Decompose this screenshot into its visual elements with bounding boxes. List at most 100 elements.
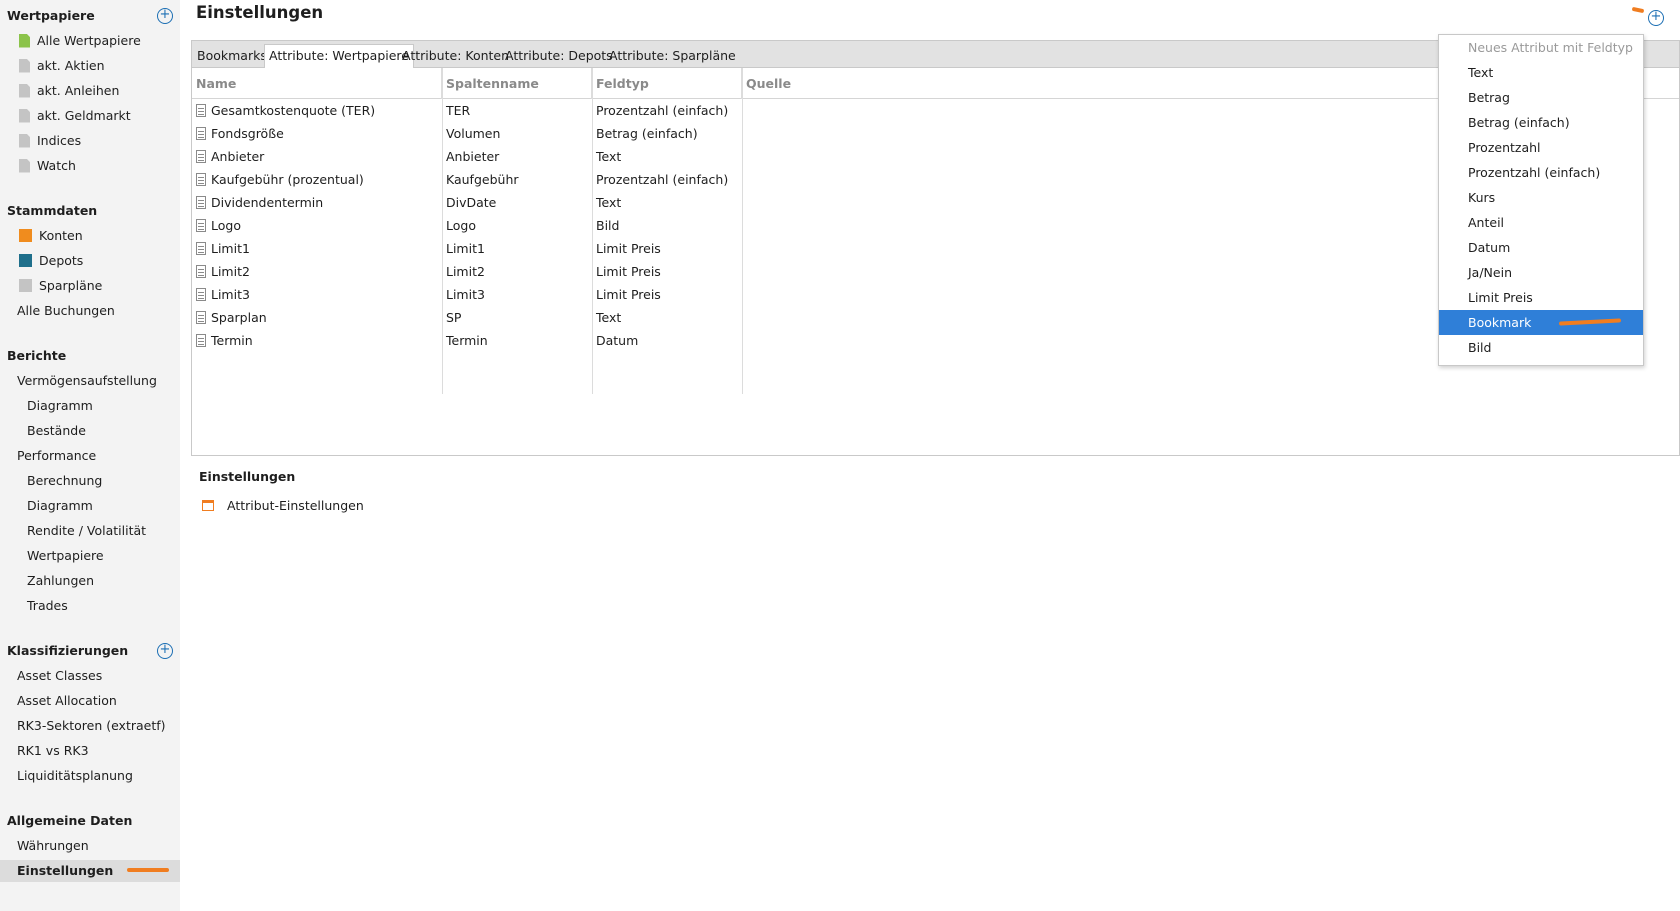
sidebar-item-rendite-volatilitaet[interactable]: Rendite / Volatilität [27, 520, 146, 542]
menu-item-bild[interactable]: Bild [1439, 335, 1643, 360]
menu-item-datum[interactable]: Datum [1439, 235, 1643, 260]
add-attribute-button[interactable]: + [1648, 10, 1664, 26]
settings-section-title: Einstellungen [199, 469, 296, 484]
tab-attribute-depots[interactable]: Attribute: Depots [501, 45, 617, 68]
sidebar-item-rk3-sektoren[interactable]: RK3-Sektoren (extraetf) [17, 715, 166, 737]
tab-attribute-sparplaene[interactable]: Attribute: Sparpläne [605, 45, 740, 68]
sidebar-item-watch[interactable]: Watch [19, 155, 76, 177]
table-row[interactable]: Kaufgebühr (prozentual) Kaufgebühr Prozent… [192, 168, 732, 191]
document-icon [19, 108, 30, 123]
cell-feldtyp: Limit Preis [596, 264, 661, 279]
column-header-name[interactable]: Name [192, 68, 442, 99]
cell-spaltenname: Volumen [446, 126, 501, 141]
sidebar-item-performance-diagramm[interactable]: Diagramm [27, 495, 93, 517]
table-row[interactable]: Limit3 Limit3 Limit Preis [192, 283, 732, 306]
cell-name: Fondsgröße [192, 122, 284, 145]
attribute-document-icon [196, 195, 206, 209]
tab-attribute-konten[interactable]: Attribute: Konten [398, 45, 513, 68]
page-title: Einstellungen [196, 3, 324, 22]
menu-header: Neues Attribut mit Feldtyp [1468, 40, 1633, 55]
attribute-document-icon [196, 126, 206, 140]
sidebar-item-trades[interactable]: Trades [27, 595, 68, 617]
document-icon [19, 158, 30, 173]
sidebar-item-liquiditaetsplanung[interactable]: Liquiditätsplanung [17, 765, 133, 787]
sidebar-item-wertpapiere[interactable]: Wertpapiere [27, 545, 104, 567]
table-row[interactable]: Anbieter Anbieter Text [192, 145, 732, 168]
cell-name: Termin [192, 329, 253, 352]
table-row[interactable]: Fondsgröße Volumen Betrag (einfach) [192, 122, 732, 145]
sidebar-item-konten[interactable]: Konten [19, 225, 83, 247]
cell-name: Dividendentermin [192, 191, 323, 214]
sidebar-item-performance[interactable]: Performance [17, 445, 96, 467]
menu-item-anteil[interactable]: Anteil [1439, 210, 1643, 235]
annotation-mark [1631, 6, 1645, 14]
cell-name: Kaufgebühr (prozentual) [192, 168, 364, 191]
sidebar-item-bestaende[interactable]: Bestände [27, 420, 86, 442]
sidebar-item-rk1-vs-rk3[interactable]: RK1 vs RK3 [17, 740, 89, 762]
attribute-document-icon [196, 333, 206, 347]
tab-attribute-wertpapiere[interactable]: Attribute: Wertpapiere [264, 44, 414, 68]
sidebar-item-diagramm[interactable]: Diagramm [27, 395, 93, 417]
table-row[interactable]: Limit2 Limit2 Limit Preis [192, 260, 732, 283]
section-title-berichte: Berichte [7, 348, 67, 363]
table-row[interactable]: Gesamtkostenquote (TER) TER Prozentzahl (e… [192, 99, 732, 122]
column-header-quelle[interactable]: Quelle [742, 68, 1042, 99]
cell-feldtyp: Text [596, 149, 622, 164]
cell-name: Limit3 [192, 283, 250, 306]
sidebar-item-akt-anleihen[interactable]: akt. Anleihen [19, 80, 119, 102]
sidebar-item-akt-aktien[interactable]: akt. Aktien [19, 55, 105, 77]
attribute-document-icon [196, 264, 206, 278]
sidebar-item-akt-geldmarkt[interactable]: akt. Geldmarkt [19, 105, 131, 127]
table-row[interactable]: Limit1 Limit1 Limit Preis [192, 237, 732, 260]
cell-feldtyp: Text [596, 195, 622, 210]
sidebar-item-berechnung[interactable]: Berechnung [27, 470, 102, 492]
sidebar-item-asset-classes[interactable]: Asset Classes [17, 665, 102, 687]
sidebar-item-sparplaene[interactable]: Sparpläne [19, 275, 102, 297]
sidebar-item-depots[interactable]: Depots [19, 250, 83, 272]
menu-item-limit-preis[interactable]: Limit Preis [1439, 285, 1643, 310]
cell-spaltenname: Anbieter [446, 149, 500, 164]
menu-item-text[interactable]: Text [1439, 60, 1643, 85]
menu-item-betrag[interactable]: Betrag [1439, 85, 1643, 110]
table-row[interactable]: Dividendentermin DivDate Text [192, 191, 732, 214]
cell-feldtyp: Limit Preis [596, 287, 661, 302]
cell-feldtyp: Limit Preis [596, 241, 661, 256]
menu-item-kurs[interactable]: Kurs [1439, 185, 1643, 210]
document-icon [19, 33, 30, 48]
table-row[interactable]: Logo Logo Bild [192, 214, 732, 237]
cell-name: Gesamtkostenquote (TER) [192, 99, 375, 122]
add-wertpapiere-icon[interactable]: + [157, 8, 173, 24]
cell-name: Sparplan [192, 306, 267, 329]
column-header-spaltenname[interactable]: Spaltenname [442, 68, 592, 99]
tab-bookmarks[interactable]: Bookmarks [193, 45, 271, 68]
add-klassifizierung-icon[interactable]: + [157, 643, 173, 659]
attribute-document-icon [196, 218, 206, 232]
column-header-feldtyp[interactable]: Feldtyp [592, 68, 742, 99]
cell-name: Limit2 [192, 260, 250, 283]
menu-item-prozentzahl-einfach[interactable]: Prozentzahl (einfach) [1439, 160, 1643, 185]
new-attribute-menu: Neues Attribut mit Feldtyp Text Betrag B… [1438, 34, 1644, 366]
attribut-einstellungen-item[interactable]: Attribut-Einstellungen [202, 495, 364, 517]
attribute-document-icon [196, 241, 206, 255]
cell-name: Logo [192, 214, 241, 237]
cell-spaltenname: Limit1 [446, 241, 485, 256]
section-title-allgemeine-daten: Allgemeine Daten [7, 813, 133, 828]
attribute-document-icon [196, 172, 206, 186]
menu-item-betrag-einfach[interactable]: Betrag (einfach) [1439, 110, 1643, 135]
sidebar-item-asset-allocation[interactable]: Asset Allocation [17, 690, 117, 712]
cell-spaltenname: DivDate [446, 195, 497, 210]
sidebar-item-zahlungen[interactable]: Zahlungen [27, 570, 94, 592]
menu-item-ja-nein[interactable]: Ja/Nein [1439, 260, 1643, 285]
sidebar-item-vermoegensaufstellung[interactable]: Vermögensaufstellung [17, 370, 157, 392]
sidebar-item-waehrungen[interactable]: Währungen [17, 835, 89, 857]
menu-item-prozentzahl[interactable]: Prozentzahl [1439, 135, 1643, 160]
table-row[interactable]: Sparplan SP Text [192, 306, 732, 329]
attribute-document-icon [196, 149, 206, 163]
cell-feldtyp: Datum [596, 333, 639, 348]
cell-spaltenname: Limit3 [446, 287, 485, 302]
sidebar-item-alle-buchungen[interactable]: Alle Buchungen [17, 300, 115, 322]
sidebar-item-alle-wertpapiere[interactable]: Alle Wertpapiere [19, 30, 141, 52]
sidebar-item-indices[interactable]: Indices [19, 130, 81, 152]
table-row[interactable]: Termin Termin Datum [192, 329, 732, 352]
document-icon [19, 83, 30, 98]
